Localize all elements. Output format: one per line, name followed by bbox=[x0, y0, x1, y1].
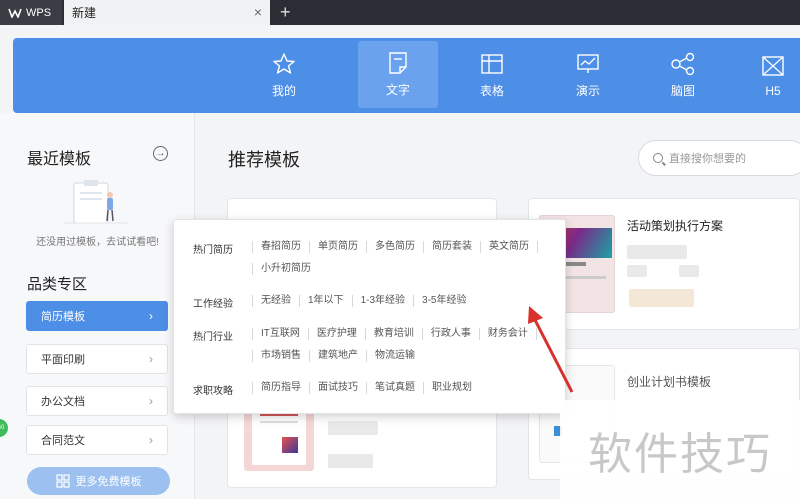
watermark-text: 软件技巧 bbox=[560, 400, 800, 499]
